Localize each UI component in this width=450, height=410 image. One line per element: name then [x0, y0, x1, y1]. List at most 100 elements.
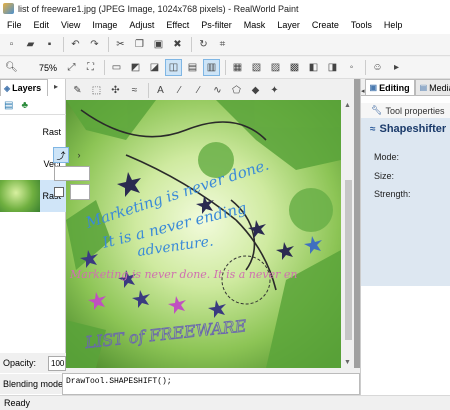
zoom-fit-icon[interactable]: ⤢	[63, 59, 80, 76]
strength-label: Strength:	[374, 189, 411, 199]
tool-g-icon[interactable]: ▦	[229, 59, 246, 76]
tool-l-icon[interactable]: ◨	[324, 59, 341, 76]
paste-icon[interactable]: ▣	[150, 36, 167, 53]
mode-next-button[interactable]: ›	[73, 147, 85, 163]
menu-bar: File Edit View Image Adjust Effect Ps-fi…	[0, 17, 450, 34]
scrollbar-thumb[interactable]	[345, 180, 352, 340]
crop-icon[interactable]: ⌗	[214, 36, 231, 53]
star-icon[interactable]: ✦	[266, 82, 283, 99]
toolbar-separator	[63, 37, 64, 52]
polygon-icon[interactable]: ⬠	[228, 82, 245, 99]
blending-row: Blending mode:	[0, 374, 66, 394]
tool-title: ≈ Shapeshifter	[370, 123, 446, 135]
tool-e-icon[interactable]: ▤	[184, 59, 201, 76]
menu-tools[interactable]: Tools	[345, 17, 378, 34]
tool-properties-icon: 🔧︎	[371, 105, 383, 115]
menu-image[interactable]: Image	[86, 17, 123, 34]
properties-panel: ◂ ▣ Editing ▤ Media 🔧︎ Tool properties ≈…	[360, 79, 450, 395]
tool-j-icon[interactable]: ▩	[286, 59, 303, 76]
drawing-toolbar: ✎ ⬚ ✣ ≈ A ⁄ ∕ ∿ ⬠ ◆ ✦	[66, 79, 356, 101]
chevron-right-icon[interactable]: ▸	[54, 82, 58, 91]
layers-icon: ◈	[4, 83, 11, 93]
menu-edit[interactable]: Edit	[28, 17, 56, 34]
tool-k-icon[interactable]: ◧	[305, 59, 322, 76]
tool-properties-body	[361, 118, 450, 286]
copy-icon[interactable]: ❐	[131, 36, 148, 53]
size-label: Size:	[374, 171, 395, 181]
toolbar-separator	[191, 37, 192, 52]
tool-b-icon[interactable]: ◩	[127, 59, 144, 76]
new-layer-icon[interactable]: ▤	[4, 100, 13, 111]
pen-icon[interactable]: ✎	[69, 82, 86, 99]
tab-media[interactable]: ▤ Media	[414, 79, 450, 95]
tool-f-icon[interactable]: ▥	[203, 59, 220, 76]
status-bar: Ready	[0, 395, 450, 410]
save-icon[interactable]: ▪	[41, 36, 58, 53]
tab-editing[interactable]: ▣ Editing	[364, 79, 415, 95]
cut-icon[interactable]: ✂	[112, 36, 129, 53]
toolbar-separator	[225, 60, 226, 75]
menu-effect[interactable]: Effect	[160, 17, 195, 34]
undo-icon[interactable]: ↶	[67, 36, 84, 53]
tool-a-icon[interactable]: ▭	[108, 59, 125, 76]
zoom-actual-icon[interactable]: ⛶	[82, 59, 99, 76]
fill-icon[interactable]: ◆	[247, 82, 264, 99]
tree-icon[interactable]: ♣	[21, 100, 28, 111]
transform-icon[interactable]: ✣	[107, 82, 124, 99]
menu-adjust[interactable]: Adjust	[123, 17, 160, 34]
user-icon[interactable]: ☺	[369, 59, 386, 76]
blending-label: Blending mode:	[3, 379, 66, 389]
menu-help[interactable]: Help	[378, 17, 409, 34]
brush-icon[interactable]: ⁄	[171, 82, 188, 99]
menu-create[interactable]: Create	[306, 17, 345, 34]
delete-icon[interactable]: ✖	[169, 36, 186, 53]
media-icon: ▤	[419, 83, 428, 92]
layer-label: Rast	[42, 127, 61, 137]
canvas-text-4: Marketing is never done. It is a never e…	[69, 268, 297, 281]
tool-i-icon[interactable]: ▨	[267, 59, 284, 76]
canvas-vertical-scrollbar[interactable]: ▲ ▼	[342, 100, 354, 368]
layers-toolrow: ▤ ♣	[0, 97, 66, 115]
more-icon[interactable]: ▸	[388, 59, 405, 76]
toolbar-separator	[108, 37, 109, 52]
redo-icon[interactable]: ↷	[86, 36, 103, 53]
tool-name: Shapeshifter	[379, 123, 447, 135]
app-icon	[3, 3, 14, 14]
shapeshifter-tool-icon[interactable]: ≈	[126, 82, 143, 99]
tool-d-icon[interactable]: ◫	[165, 59, 182, 76]
tab-layers[interactable]: ◈ Layers	[0, 79, 48, 96]
mode-shift-button[interactable]: ⤴	[53, 147, 69, 163]
rotate-icon[interactable]: ↻	[195, 36, 212, 53]
open-file-icon[interactable]: ▰	[22, 36, 39, 53]
tool-properties-header[interactable]: 🔧︎ Tool properties	[361, 103, 450, 118]
text-tool-icon[interactable]: A	[152, 82, 169, 99]
tool-h-icon[interactable]: ▧	[248, 59, 265, 76]
image-canvas[interactable]: Marketing is never done. It is a never e…	[66, 100, 341, 368]
scroll-up-icon[interactable]: ▲	[344, 102, 351, 109]
script-console[interactable]: DrawTool.SHAPESHIFT();	[62, 373, 360, 395]
layer-thumbnail	[0, 180, 40, 212]
opacity-field[interactable]: 100	[48, 356, 66, 371]
curve-icon[interactable]: ∿	[209, 82, 226, 99]
zoom-level[interactable]: 75%	[22, 60, 60, 75]
new-file-icon[interactable]: ▫	[3, 36, 20, 53]
scroll-down-icon[interactable]: ▼	[344, 359, 351, 366]
size-field[interactable]	[54, 166, 90, 181]
layer-item[interactable]: Rast	[0, 116, 66, 148]
menu-ps-filter[interactable]: Ps-filter	[195, 17, 238, 34]
zoom-icon[interactable]: 🔍︎	[3, 59, 20, 76]
menu-mask[interactable]: Mask	[238, 17, 272, 34]
toolbar-separator	[104, 60, 105, 75]
menu-layer[interactable]: Layer	[271, 17, 306, 34]
window-title: list of freeware1.jpg (JPEG Image, 1024x…	[18, 3, 299, 14]
strength-checkbox[interactable]	[54, 187, 64, 197]
line-icon[interactable]: ∕	[190, 82, 207, 99]
tool-c-icon[interactable]: ◪	[146, 59, 163, 76]
strength-field[interactable]	[70, 184, 90, 200]
menu-file[interactable]: File	[1, 17, 28, 34]
main-toolbar: ▫ ▰ ▪ ↶ ↷ ✂ ❐ ▣ ✖ ↻ ⌗	[0, 34, 450, 56]
menu-view[interactable]: View	[55, 17, 86, 34]
tool-m-icon[interactable]: ◦	[343, 59, 360, 76]
editing-icon: ▣	[369, 83, 378, 92]
selection-icon[interactable]: ⬚	[88, 82, 105, 99]
